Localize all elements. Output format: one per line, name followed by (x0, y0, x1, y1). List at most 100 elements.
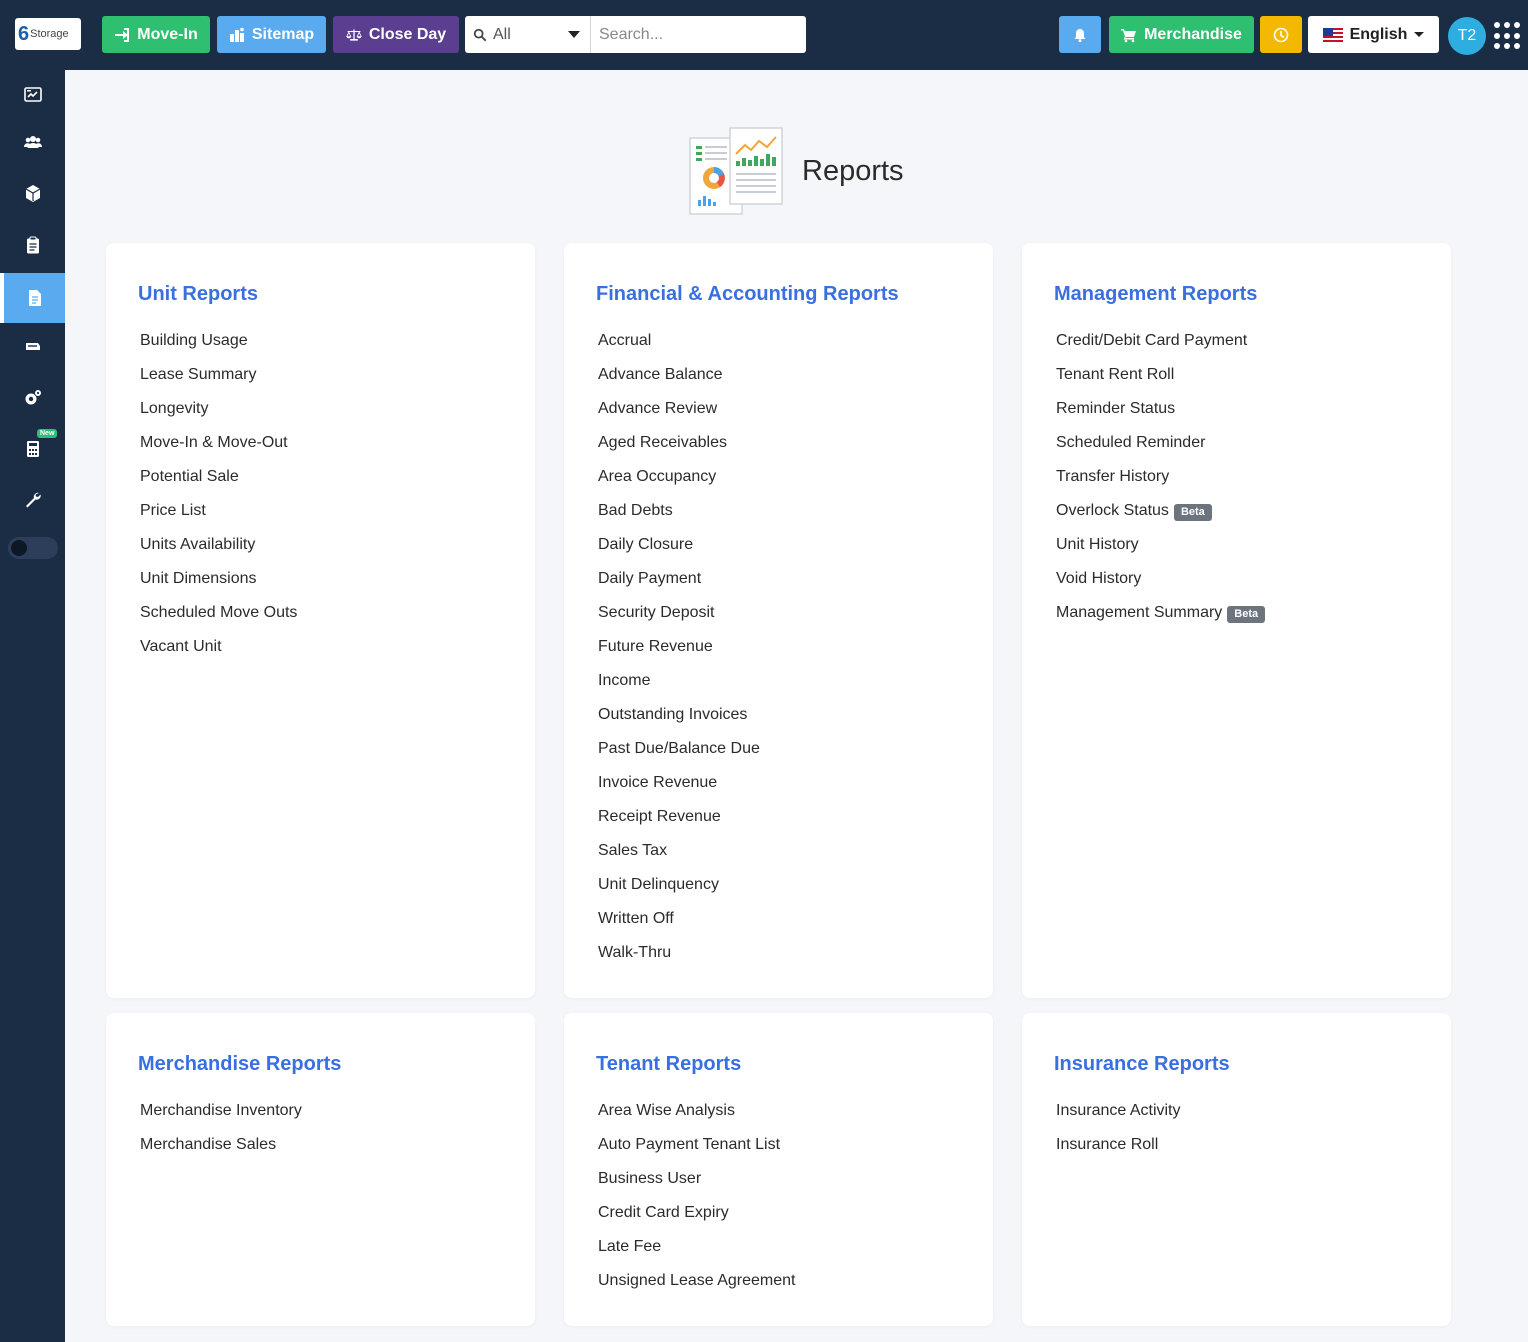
clock-icon (1273, 27, 1289, 42)
report-link[interactable]: Units Availability (140, 536, 297, 570)
report-link[interactable]: Building Usage (140, 332, 297, 366)
sidebar-item-units[interactable] (0, 168, 65, 218)
report-list: Accrual Advance Balance Advance Review A… (598, 332, 760, 978)
report-link[interactable]: Business User (598, 1170, 795, 1204)
merchandise-label: Merchandise (1144, 25, 1242, 43)
report-link[interactable]: Unsigned Lease Agreement (598, 1272, 795, 1306)
report-link[interactable]: Income (598, 672, 760, 706)
bell-icon (1074, 28, 1086, 42)
report-link[interactable]: Credit Card Expiry (598, 1204, 795, 1238)
language-label: English (1349, 25, 1408, 43)
report-link[interactable]: Scheduled Reminder (1056, 434, 1265, 468)
report-link-with-badge[interactable]: Management Summary Beta (1056, 604, 1266, 638)
uk-flag-icon (1322, 27, 1343, 42)
settings-icon (25, 390, 41, 405)
report-link[interactable]: Tenant Rent Roll (1056, 366, 1265, 400)
report-link[interactable]: Reminder Status (1056, 400, 1265, 434)
report-link[interactable]: Merchandise Inventory (140, 1102, 302, 1136)
top-navbar: 6 Storage Move-In Sitemap Close Day All … (0, 0, 1528, 70)
report-link[interactable]: Price List (140, 502, 297, 536)
report-link[interactable]: Invoice Revenue (598, 774, 760, 808)
report-link[interactable]: Sales Tax (598, 842, 760, 876)
report-link[interactable]: Potential Sale (140, 468, 297, 502)
report-link[interactable]: Area Wise Analysis (598, 1102, 795, 1136)
report-link[interactable]: Unit History (1056, 536, 1265, 570)
sitemap-button[interactable]: Sitemap (217, 16, 326, 53)
sitemap-label: Sitemap (251, 25, 315, 43)
report-link[interactable]: Unit Dimensions (140, 570, 297, 604)
sidebar-item-settings[interactable] (0, 373, 65, 423)
report-link[interactable]: Lease Summary (140, 366, 297, 400)
report-link[interactable]: Insurance Roll (1056, 1136, 1181, 1170)
card-title: Insurance Reports (1054, 1053, 1230, 1075)
move-in-label: Move-In (137, 25, 198, 43)
sidebar-item-payments[interactable] (0, 322, 65, 372)
report-link[interactable]: Unit Delinquency (598, 876, 760, 910)
report-link[interactable]: Move-In & Move-Out (140, 434, 297, 468)
caret-down-icon (1414, 32, 1425, 37)
report-link[interactable]: Vacant Unit (140, 638, 297, 672)
report-link[interactable]: Security Deposit (598, 604, 760, 638)
report-link[interactable]: Longevity (140, 400, 297, 434)
report-link[interactable]: Transfer History (1056, 468, 1265, 502)
report-link[interactable]: Daily Closure (598, 536, 760, 570)
search-scope-select[interactable]: All (465, 16, 591, 53)
card-title: Tenant Reports (596, 1053, 742, 1075)
report-link[interactable]: Walk-Thru (598, 944, 760, 978)
search-input[interactable] (591, 16, 806, 53)
balance-scale-icon (345, 28, 362, 41)
report-link[interactable]: Insurance Activity (1056, 1102, 1181, 1136)
report-link[interactable]: Late Fee (598, 1238, 795, 1272)
close-day-button[interactable]: Close Day (333, 16, 459, 53)
report-link-label: Management Summary (1056, 604, 1223, 621)
page-title: Reports (802, 154, 904, 187)
app-logo[interactable]: 6 Storage (15, 18, 81, 50)
report-link[interactable]: Auto Payment Tenant List (598, 1136, 795, 1170)
sitemap-icon (229, 27, 244, 42)
report-link[interactable]: Written Off (598, 910, 760, 944)
report-link[interactable]: Area Occupancy (598, 468, 760, 502)
report-link[interactable]: Past Due/Balance Due (598, 740, 760, 774)
insurance-reports-card: Insurance Reports Insurance Activity Ins… (1022, 1013, 1451, 1326)
search-icon (473, 28, 487, 41)
timer-button[interactable] (1260, 16, 1302, 53)
sidebar-item-dashboard[interactable] (0, 70, 65, 120)
logo-text: Storage (30, 28, 69, 40)
chevron-down-icon (568, 31, 580, 38)
report-link[interactable]: Merchandise Sales (140, 1136, 302, 1170)
report-link[interactable]: Accrual (598, 332, 760, 366)
notifications-button[interactable] (1059, 16, 1101, 53)
sidebar-item-clipboard[interactable] (0, 220, 65, 270)
search-scope-value: All (493, 25, 511, 43)
card-title: Management Reports (1054, 283, 1258, 305)
card-title: Merchandise Reports (138, 1053, 342, 1075)
report-link[interactable]: Outstanding Invoices (598, 706, 760, 740)
report-link[interactable]: Future Revenue (598, 638, 760, 672)
apps-grid-icon[interactable] (1494, 22, 1522, 50)
sidebar-item-reports[interactable] (0, 273, 65, 323)
report-link[interactable]: Bad Debts (598, 502, 760, 536)
report-link[interactable]: Advance Balance (598, 366, 760, 400)
financial-reports-card: Financial & Accounting Reports Accrual A… (564, 243, 993, 998)
search-bar: All (465, 16, 806, 53)
report-link[interactable]: Void History (1056, 570, 1265, 604)
payments-icon (25, 343, 40, 350)
report-link[interactable]: Receipt Revenue (598, 808, 760, 842)
sidebar-item-calculator[interactable]: New (0, 424, 65, 474)
theme-toggle[interactable] (8, 537, 58, 559)
merchandise-reports-card: Merchandise Reports Merchandise Inventor… (106, 1013, 535, 1326)
sidebar-item-tenants[interactable] (0, 117, 65, 167)
report-link[interactable]: Credit/Debit Card Payment (1056, 332, 1265, 366)
report-link[interactable]: Scheduled Move Outs (140, 604, 297, 638)
move-in-button[interactable]: Move-In (102, 16, 210, 53)
report-list: Merchandise Inventory Merchandise Sales (140, 1102, 302, 1170)
merchandise-button[interactable]: Merchandise (1109, 16, 1254, 53)
report-link[interactable]: Aged Receivables (598, 434, 760, 468)
report-link[interactable]: Daily Payment (598, 570, 760, 604)
report-link[interactable]: Advance Review (598, 400, 760, 434)
report-link-with-badge[interactable]: Overlock Status Beta (1056, 502, 1265, 536)
sidebar-item-tools[interactable] (0, 475, 65, 525)
user-avatar[interactable]: T2 (1448, 17, 1486, 55)
language-select[interactable]: English (1308, 16, 1439, 53)
beta-badge: Beta (1173, 504, 1212, 521)
